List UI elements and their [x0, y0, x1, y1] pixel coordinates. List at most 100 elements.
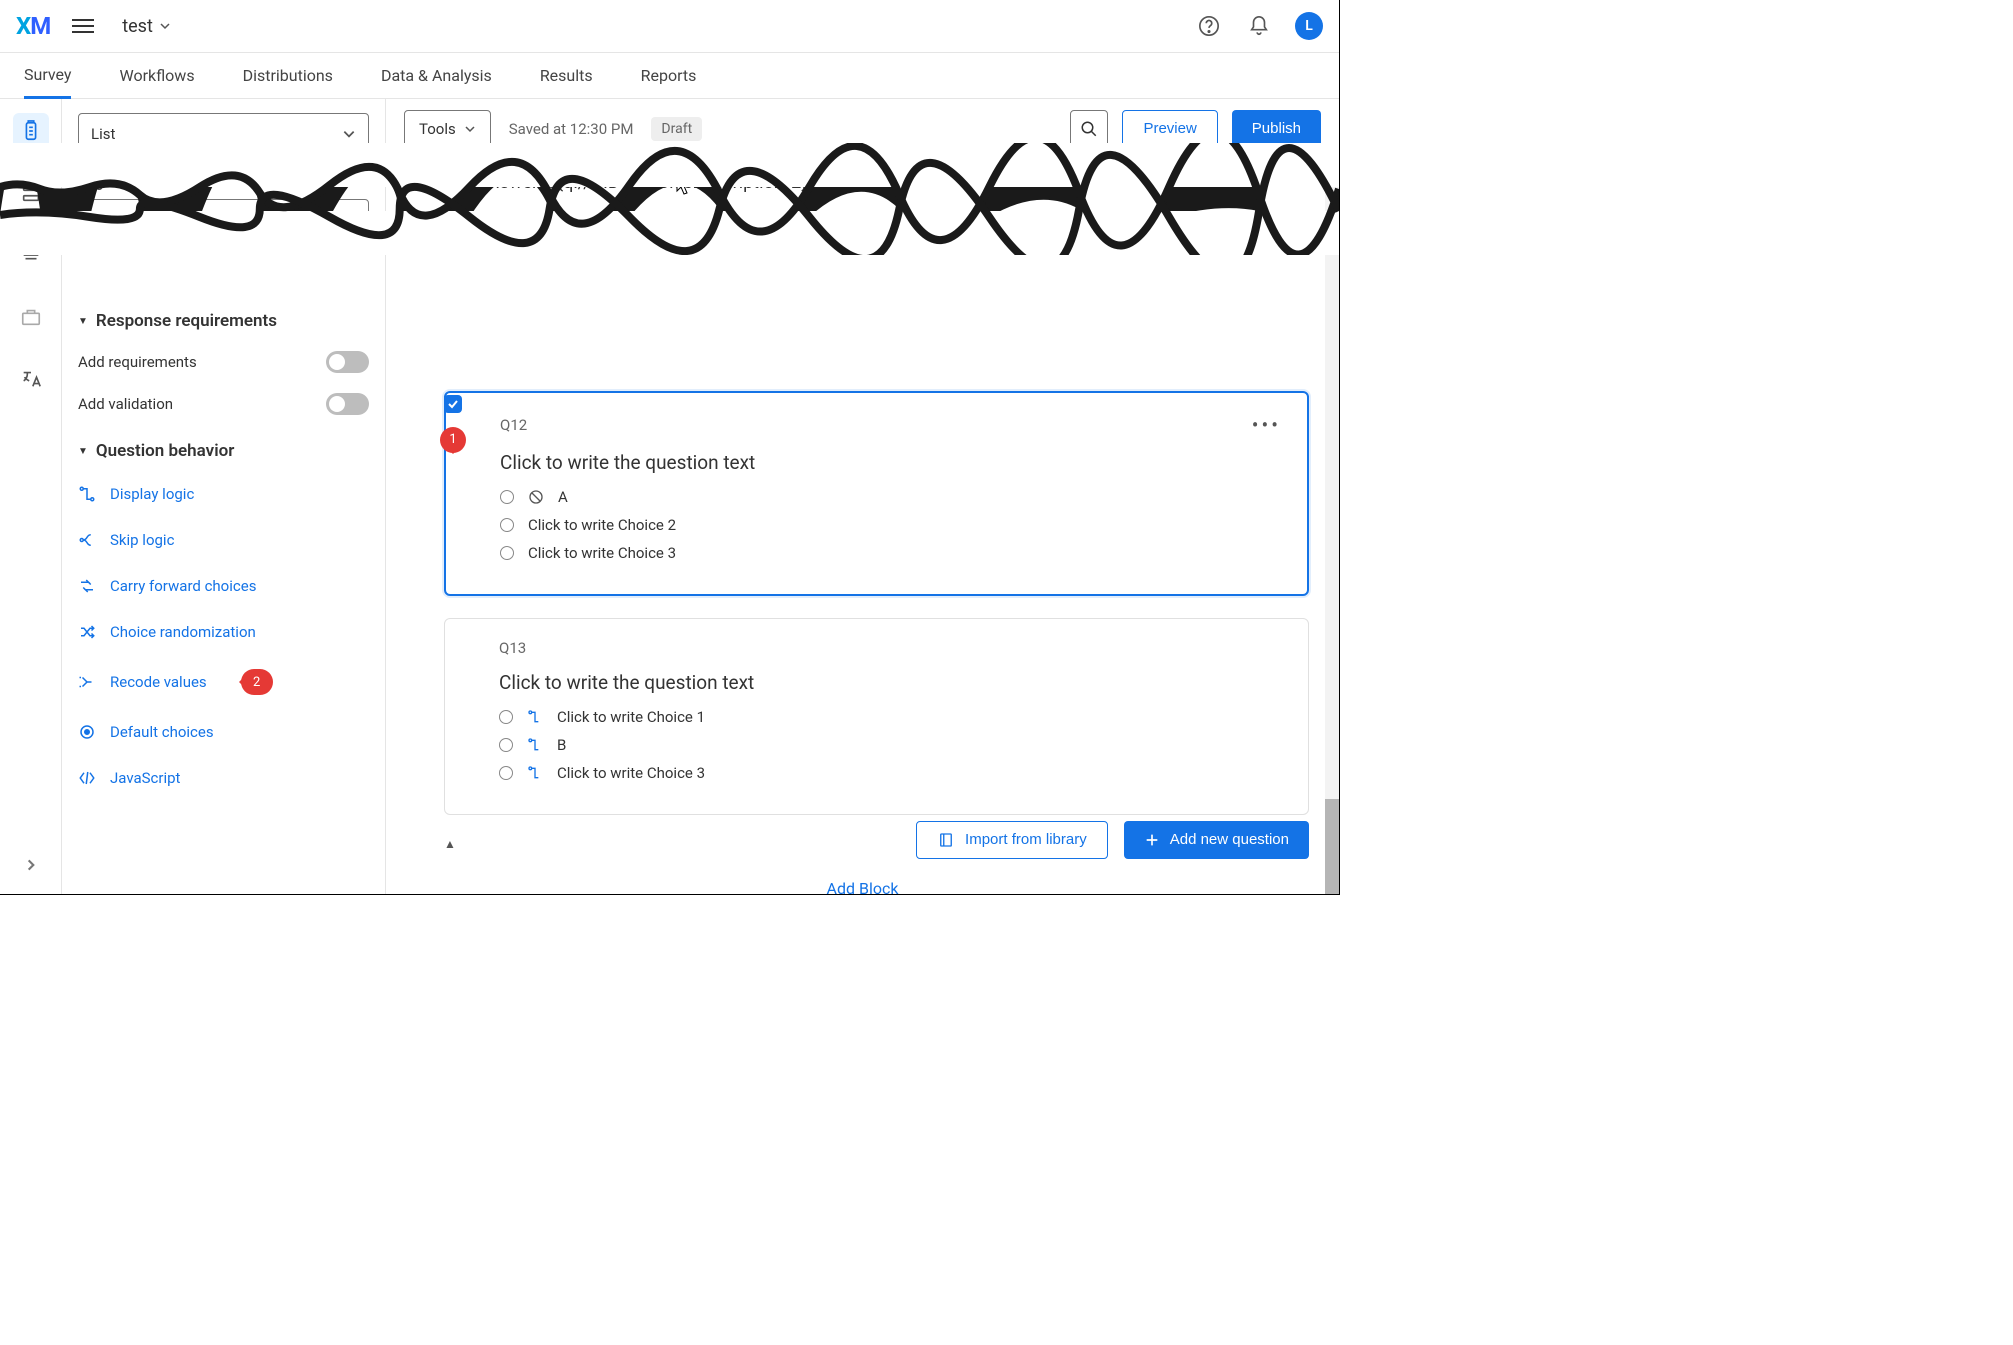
resp-req-label: Response requirements	[96, 311, 277, 331]
chevron-down-icon	[159, 20, 171, 32]
radio-icon[interactable]	[499, 710, 513, 724]
choice-label[interactable]: Click to write Choice 2	[528, 516, 676, 534]
rail-expand-icon[interactable]	[24, 858, 38, 876]
carry-forward-button[interactable]: Carry forward choices	[78, 563, 369, 609]
search-button[interactable]	[1070, 110, 1108, 148]
project-name-label: test	[122, 16, 153, 37]
tab-reports[interactable]: Reports	[641, 54, 697, 97]
piped-answer-line: Answer: ${q://QID1/ChoiceDescription/2}	[478, 169, 1287, 198]
project-dropdown[interactable]: test	[122, 16, 171, 37]
question-behavior-header[interactable]: ▼ Question behavior	[78, 431, 369, 471]
addq-label: Add new question	[1170, 831, 1289, 848]
skip-logic-button[interactable]: Skip logic	[78, 517, 369, 563]
radio-icon[interactable]	[500, 546, 514, 560]
choice-row[interactable]: Click to write Choice 2	[500, 516, 1281, 534]
tab-results[interactable]: Results	[540, 54, 593, 97]
question-id: Q12	[500, 416, 527, 434]
add-requirements-label: Add requirements	[78, 353, 197, 371]
question-id: Q13	[499, 639, 526, 657]
response-requirements-header[interactable]: ▼ Response requirements	[78, 301, 369, 341]
behav-label: Display logic	[110, 485, 194, 503]
bell-icon[interactable]	[1245, 12, 1273, 40]
caret-down-icon: ▼	[78, 316, 88, 327]
choice-row[interactable]: A	[500, 488, 1281, 506]
choice-label[interactable]: Click to write Choice 3	[528, 544, 676, 562]
question-text[interactable]: Click to write the question text	[500, 451, 1281, 474]
plus-icon	[1144, 832, 1160, 848]
import-label: Import from library	[965, 831, 1087, 848]
chevron-down-icon	[464, 123, 476, 135]
chevron-down-icon	[342, 213, 356, 227]
behav-label: Default choices	[110, 723, 214, 741]
choice-row[interactable]: Click to write Choice 1	[499, 708, 1282, 726]
choice-randomization-button[interactable]: Choice randomization	[78, 609, 369, 655]
radio-icon[interactable]	[500, 490, 514, 504]
radio-icon[interactable]	[499, 766, 513, 780]
import-library-button[interactable]: Import from library	[916, 821, 1108, 859]
logo-m: M	[30, 12, 50, 40]
javascript-button[interactable]: JavaScript	[78, 755, 369, 801]
publish-label: Publish	[1252, 120, 1301, 137]
choice-label[interactable]: Click to write Choice 1	[557, 708, 705, 726]
radio-icon[interactable]	[500, 518, 514, 532]
question-card-q12[interactable]: 1 Q12 ••• Click to write the question te…	[444, 391, 1309, 596]
piped-text-block: Answer: ${q://QID1/ChoiceDescription/2} …	[456, 159, 1309, 261]
choice-label[interactable]: B	[557, 736, 566, 754]
tab-distributions[interactable]: Distributions	[243, 54, 333, 97]
caret-down-icon: ▼	[78, 446, 88, 457]
preview-label: Preview	[1143, 120, 1196, 137]
scrollbar-track[interactable]	[1325, 159, 1339, 894]
alignment-label: Alignment	[78, 173, 369, 191]
alignment-select[interactable]: Vertical	[78, 199, 369, 241]
default-choices-button[interactable]: Default choices	[78, 709, 369, 755]
question-select-checkbox[interactable]	[444, 395, 462, 413]
xm-logo[interactable]: XM	[16, 12, 50, 40]
question-type-select[interactable]: List	[78, 113, 369, 155]
choice-row[interactable]: B	[499, 736, 1282, 754]
carry-forward-icon	[527, 737, 543, 753]
library-icon	[937, 831, 955, 849]
avatar[interactable]: L	[1295, 12, 1323, 40]
behav-label: Choice randomization	[110, 623, 256, 641]
rail-translate-icon[interactable]	[13, 361, 49, 397]
tab-survey[interactable]: Survey	[24, 53, 71, 99]
choice-label[interactable]: A	[558, 488, 568, 506]
add-question-button[interactable]: Add new question	[1124, 821, 1309, 859]
piped-score-line: ${gr://SC_1SzhiCq4l5Lvl8x/Score} / 1	[478, 222, 1287, 251]
callout-2: 2	[241, 669, 273, 695]
add-requirements-toggle[interactable]	[326, 351, 369, 373]
rail-look-icon[interactable]	[13, 237, 49, 273]
tab-workflows[interactable]: Workflows	[119, 54, 194, 97]
choice-row[interactable]: Click to write Choice 3	[499, 764, 1282, 782]
recode-values-button[interactable]: Recode values 2	[78, 655, 369, 709]
add-validation-toggle[interactable]	[326, 393, 369, 415]
rail-options-icon[interactable]	[13, 299, 49, 335]
publish-button[interactable]: Publish	[1232, 110, 1321, 148]
display-logic-button[interactable]: Display logic	[78, 471, 369, 517]
radio-icon[interactable]	[499, 738, 513, 752]
callout-2-num: 2	[253, 675, 260, 690]
preview-button[interactable]: Preview	[1122, 110, 1217, 148]
behav-label: Recode values	[110, 673, 207, 691]
rail-builder-icon[interactable]	[13, 113, 49, 149]
scrollbar-thumb[interactable]	[1325, 799, 1339, 894]
carry-forward-icon	[527, 765, 543, 781]
question-text[interactable]: Click to write the question text	[499, 671, 1282, 694]
menu-icon[interactable]	[72, 15, 94, 37]
question-more-icon[interactable]: •••	[1252, 413, 1281, 437]
tab-data-analysis[interactable]: Data & Analysis	[381, 54, 492, 97]
callout-1-num: 1	[449, 432, 456, 447]
logo-x: X	[16, 12, 30, 40]
chevron-down-icon	[342, 127, 356, 141]
add-block-button[interactable]: Add Block	[416, 879, 1309, 894]
help-icon[interactable]	[1195, 12, 1223, 40]
choice-label[interactable]: Click to write Choice 3	[557, 764, 705, 782]
q-behavior-label: Question behavior	[96, 441, 234, 461]
tools-dropdown[interactable]: Tools	[404, 110, 491, 148]
rail-flow-icon[interactable]	[13, 175, 49, 211]
draft-badge: Draft	[651, 117, 702, 141]
add-validation-label: Add validation	[78, 395, 173, 413]
exclude-icon	[528, 489, 544, 505]
choice-row[interactable]: Click to write Choice 3	[500, 544, 1281, 562]
question-card-q13[interactable]: Q13 Click to write the question text Cli…	[444, 618, 1309, 815]
